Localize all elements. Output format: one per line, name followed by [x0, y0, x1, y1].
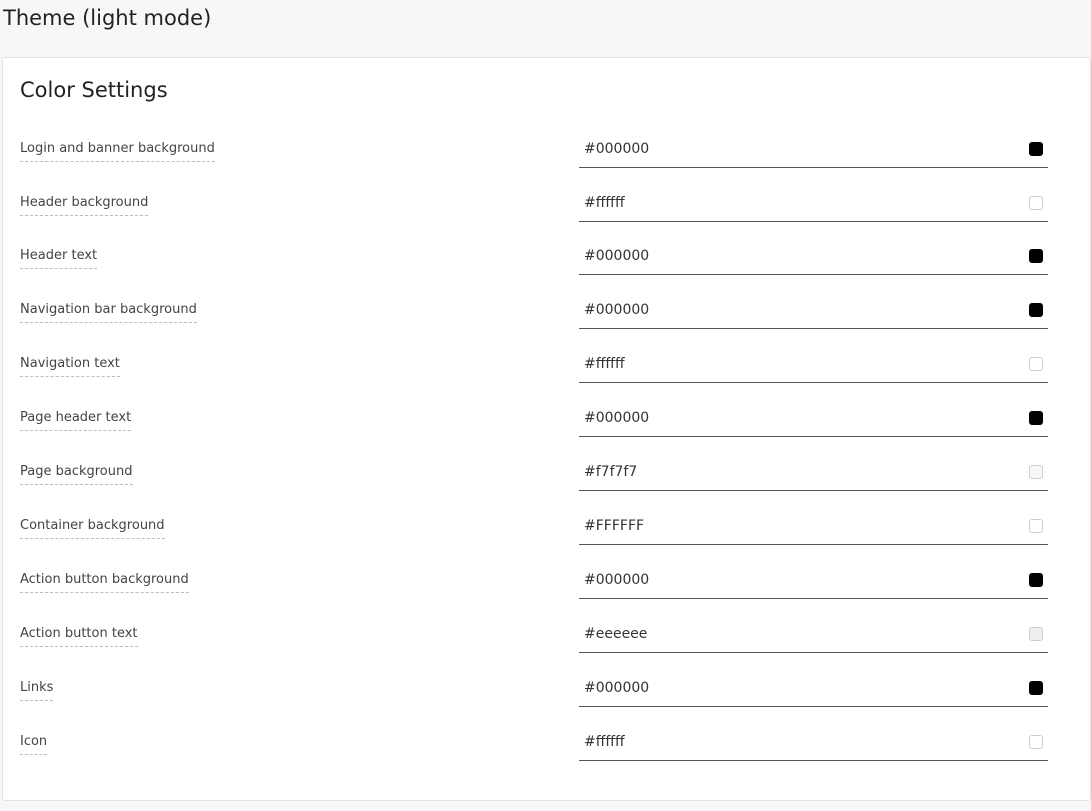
- setting-row-action-button-text: Action button text: [3, 625, 1090, 665]
- color-field: [579, 349, 1048, 383]
- color-hex-input[interactable]: [584, 733, 1004, 751]
- color-field: [579, 295, 1048, 329]
- color-field: [579, 188, 1048, 222]
- setting-label: Container background: [20, 517, 165, 539]
- setting-label: Action button background: [20, 571, 189, 593]
- color-hex-input[interactable]: [584, 355, 1004, 373]
- setting-label: Page background: [20, 463, 133, 485]
- color-hex-input[interactable]: [584, 625, 1004, 643]
- color-swatch[interactable]: [1029, 735, 1043, 749]
- color-hex-input[interactable]: [584, 409, 1004, 427]
- color-field: [579, 565, 1048, 599]
- color-swatch[interactable]: [1029, 627, 1043, 641]
- color-hex-input[interactable]: [584, 140, 1004, 158]
- color-swatch[interactable]: [1029, 357, 1043, 371]
- color-hex-input[interactable]: [584, 463, 1004, 481]
- color-swatch[interactable]: [1029, 303, 1043, 317]
- setting-row-container-background: Container background: [3, 517, 1090, 557]
- color-swatch[interactable]: [1029, 411, 1043, 425]
- color-hex-input[interactable]: [584, 517, 1004, 535]
- color-hex-input[interactable]: [584, 247, 1004, 265]
- color-swatch[interactable]: [1029, 681, 1043, 695]
- color-swatch[interactable]: [1029, 465, 1043, 479]
- setting-label: Login and banner background: [20, 140, 215, 162]
- color-field: [579, 619, 1048, 653]
- setting-row-header-text: Header text: [3, 247, 1090, 287]
- color-hex-input[interactable]: [584, 301, 1004, 319]
- color-swatch[interactable]: [1029, 573, 1043, 587]
- color-field: [579, 673, 1048, 707]
- setting-label: Icon: [20, 733, 48, 755]
- color-field: [579, 134, 1048, 168]
- setting-row-navigation-bar-background: Navigation bar background: [3, 301, 1090, 341]
- setting-row-page-header-text: Page header text: [3, 409, 1090, 449]
- setting-label: Navigation bar background: [20, 301, 197, 323]
- color-hex-input[interactable]: [584, 194, 1004, 212]
- setting-label: Action button text: [20, 625, 138, 647]
- setting-row-page-background: Page background: [3, 463, 1090, 503]
- color-field: [579, 727, 1048, 761]
- color-field: [579, 241, 1048, 275]
- color-swatch[interactable]: [1029, 196, 1043, 210]
- card-title: Color Settings: [20, 78, 168, 102]
- setting-row-action-button-background: Action button background: [3, 571, 1090, 611]
- setting-row-links: Links: [3, 679, 1090, 719]
- color-hex-input[interactable]: [584, 679, 1004, 697]
- setting-label: Header background: [20, 194, 149, 216]
- setting-label: Header text: [20, 247, 98, 269]
- color-hex-input[interactable]: [584, 571, 1004, 589]
- setting-label: Navigation text: [20, 355, 120, 377]
- setting-row-icon: Icon: [3, 733, 1090, 773]
- page-title: Theme (light mode): [3, 6, 212, 30]
- color-swatch[interactable]: [1029, 142, 1043, 156]
- color-field: [579, 511, 1048, 545]
- color-field: [579, 403, 1048, 437]
- setting-label: Links: [20, 679, 54, 701]
- setting-row-login-banner-background: Login and banner background: [3, 140, 1090, 180]
- color-field: [579, 457, 1048, 491]
- setting-row-header-background: Header background: [3, 194, 1090, 234]
- setting-row-navigation-text: Navigation text: [3, 355, 1090, 395]
- color-swatch[interactable]: [1029, 519, 1043, 533]
- color-settings-card: Color Settings Login and banner backgrou…: [2, 57, 1091, 801]
- color-swatch[interactable]: [1029, 249, 1043, 263]
- setting-label: Page header text: [20, 409, 132, 431]
